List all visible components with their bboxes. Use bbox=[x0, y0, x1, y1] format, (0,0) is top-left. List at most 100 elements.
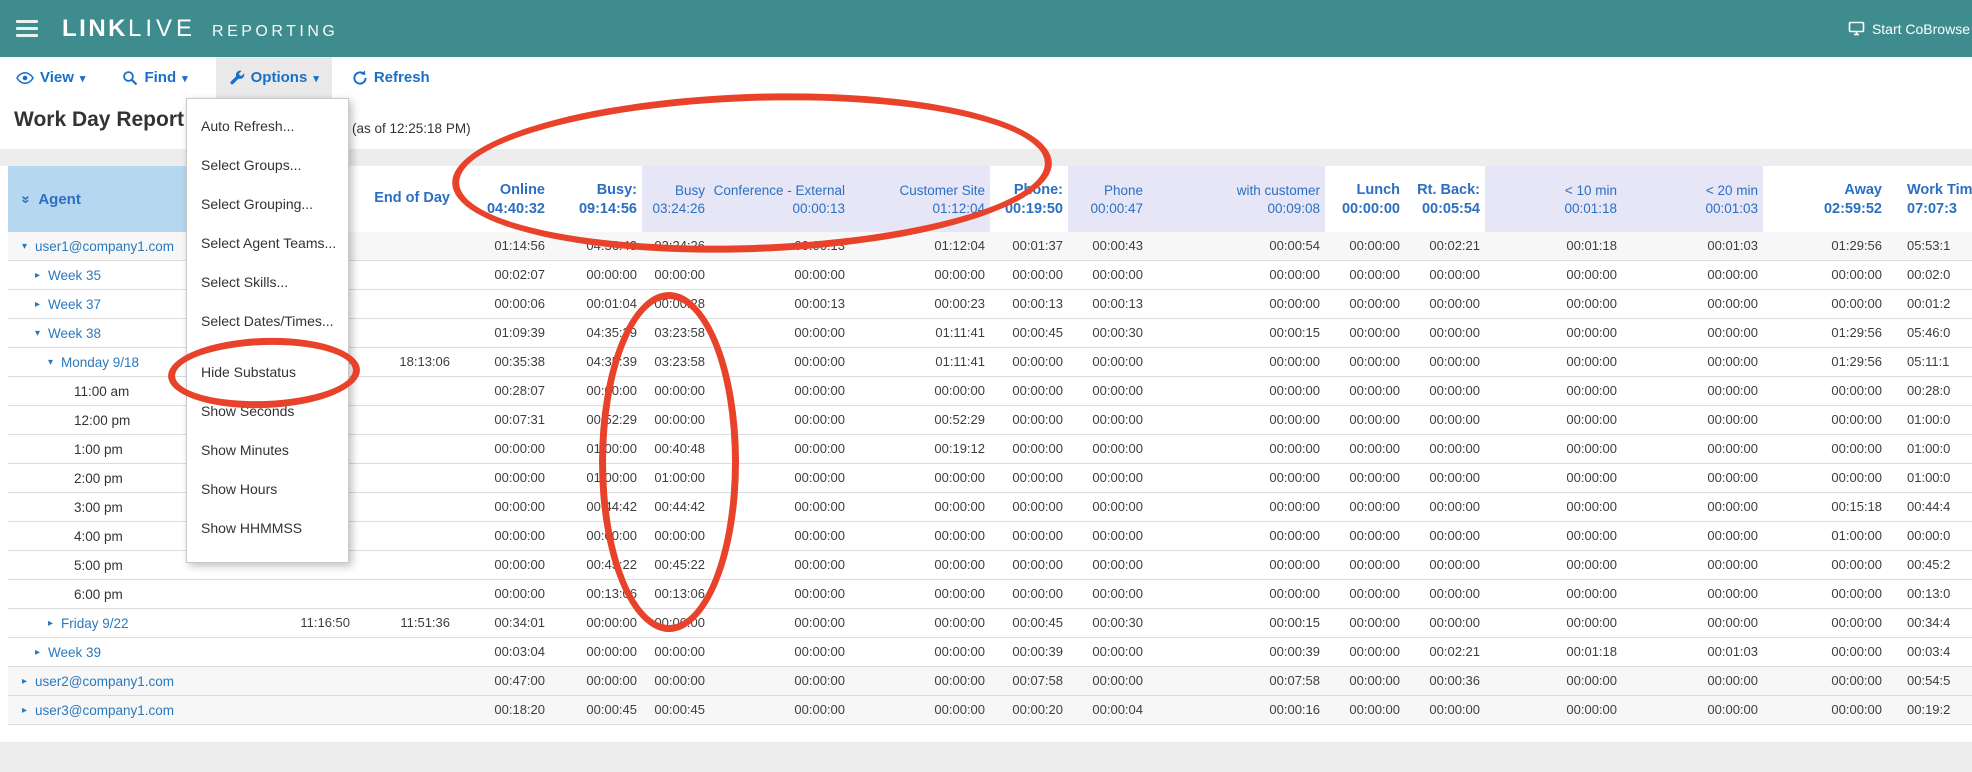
cell-busy_total: 00:45:22 bbox=[550, 551, 642, 579]
row-label-text: Week 39 bbox=[48, 645, 101, 660]
column-header-busy[interactable]: Busy03:24:26 bbox=[642, 166, 710, 232]
cell-phone_total: 00:00:20 bbox=[990, 696, 1068, 724]
cell-work_time: 01:00:0 bbox=[1887, 406, 1972, 434]
cell-end_of_day bbox=[355, 261, 455, 289]
cell-away: 00:00:00 bbox=[1763, 290, 1887, 318]
cell-busy: 00:00:28 bbox=[642, 290, 710, 318]
column-header-with_customer[interactable]: with customer00:09:08 bbox=[1148, 166, 1325, 232]
cell-busy: 00:00:00 bbox=[642, 377, 710, 405]
collapse-arrow-icon[interactable]: ▾ bbox=[22, 241, 35, 252]
menu-item-hide-substatus[interactable]: Hide Substatus bbox=[187, 353, 348, 392]
collapse-arrow-icon[interactable]: ▾ bbox=[35, 328, 48, 339]
menu-item-show-seconds[interactable]: Show Seconds bbox=[187, 392, 348, 431]
cell-phone: 00:00:00 bbox=[1068, 580, 1148, 608]
refresh-button[interactable]: Refresh bbox=[352, 57, 430, 98]
expand-arrow-icon[interactable]: ▸ bbox=[22, 705, 35, 716]
menu-item-auto-refresh[interactable]: Auto Refresh... bbox=[187, 107, 348, 146]
column-header-end_of_day[interactable]: End of Day bbox=[355, 166, 455, 232]
tree-row-label[interactable]: 6:00 pm bbox=[8, 580, 253, 608]
cell-customer_site: 00:19:12 bbox=[850, 435, 990, 463]
cell-end_of_day bbox=[355, 319, 455, 347]
menu-item-select-groups[interactable]: Select Groups... bbox=[187, 146, 348, 185]
cell-conference_external: 00:00:00 bbox=[710, 435, 850, 463]
brand-light: LIVE bbox=[128, 15, 196, 43]
cell-phone_total: 00:00:00 bbox=[990, 551, 1068, 579]
menu-item-select-agent-teams[interactable]: Select Agent Teams... bbox=[187, 224, 348, 263]
cell-lt_20_min: 00:00:00 bbox=[1622, 464, 1763, 492]
cell-conference_external: 00:00:00 bbox=[710, 493, 850, 521]
column-header-lt_10_min[interactable]: < 10 min00:01:18 bbox=[1485, 166, 1622, 232]
cell-lunch: 00:00:00 bbox=[1325, 638, 1405, 666]
column-label: Online bbox=[500, 182, 545, 198]
cell-conference_external: 00:00:00 bbox=[710, 464, 850, 492]
cell-customer_site: 00:00:00 bbox=[850, 493, 990, 521]
start-cobrowse-button[interactable]: Start CoBrowse bbox=[1848, 21, 1970, 37]
cell-start_of_day bbox=[253, 580, 355, 608]
cell-lt_20_min: 00:00:00 bbox=[1622, 551, 1763, 579]
row-label-text: 5:00 pm bbox=[74, 558, 123, 573]
cell-online: 00:00:00 bbox=[455, 464, 550, 492]
column-header-phone[interactable]: Phone00:00:47 bbox=[1068, 166, 1148, 232]
cell-online: 00:18:20 bbox=[455, 696, 550, 724]
tree-row-label[interactable]: ▸user3@company1.com bbox=[8, 696, 253, 724]
column-header-work_time[interactable]: Work Tim07:07:3 bbox=[1887, 166, 1972, 232]
column-total: 09:14:56 bbox=[579, 201, 637, 217]
cell-rt_back: 00:00:36 bbox=[1405, 667, 1485, 695]
tree-row-label[interactable]: ▸Week 39 bbox=[8, 638, 253, 666]
expand-arrow-icon[interactable]: ▸ bbox=[35, 270, 48, 281]
cell-lunch: 00:00:00 bbox=[1325, 464, 1405, 492]
menu-item-select-grouping[interactable]: Select Grouping... bbox=[187, 185, 348, 224]
cell-work_time: 00:13:0 bbox=[1887, 580, 1972, 608]
column-header-lunch[interactable]: Lunch00:00:00 bbox=[1325, 166, 1405, 232]
cell-phone_total: 00:00:45 bbox=[990, 609, 1068, 637]
column-header-away[interactable]: Away02:59:52 bbox=[1763, 166, 1887, 232]
cell-phone_total: 00:00:13 bbox=[990, 290, 1068, 318]
tree-row-label[interactable]: ▸user2@company1.com bbox=[8, 667, 253, 695]
column-header-rt_back[interactable]: Rt. Back:00:05:54 bbox=[1405, 166, 1485, 232]
cell-rt_back: 00:02:21 bbox=[1405, 232, 1485, 260]
cell-busy_total: 04:36:43 bbox=[550, 232, 642, 260]
column-total: 03:24:26 bbox=[652, 201, 705, 216]
tree-row-label[interactable]: ▸Friday 9/22 bbox=[8, 609, 253, 637]
page-title: Work Day Report bbox=[14, 108, 184, 132]
cell-lt_10_min: 00:00:00 bbox=[1485, 667, 1622, 695]
cell-end_of_day bbox=[355, 377, 455, 405]
cell-end_of_day bbox=[355, 696, 455, 724]
expand-arrow-icon[interactable]: ▸ bbox=[35, 647, 48, 658]
menu-item-select-dates-times[interactable]: Select Dates/Times... bbox=[187, 302, 348, 341]
column-header-phone_total[interactable]: Phone:00:19:50 bbox=[990, 166, 1068, 232]
monitor-icon bbox=[1848, 21, 1865, 36]
app-logo: LINK LIVE REPORTING bbox=[62, 15, 338, 43]
find-menu-button[interactable]: Find ▾ bbox=[122, 57, 187, 98]
hamburger-menu-icon[interactable] bbox=[16, 20, 38, 37]
menu-item-show-hhmmss[interactable]: Show HHMMSS bbox=[187, 509, 348, 548]
cell-work_time: 05:46:0 bbox=[1887, 319, 1972, 347]
column-header-conference_external[interactable]: Conference - External00:00:13 bbox=[710, 166, 850, 232]
cell-with_customer: 00:00:00 bbox=[1148, 261, 1325, 289]
options-menu-button[interactable]: Options ▾ bbox=[216, 57, 332, 98]
cell-customer_site: 00:00:00 bbox=[850, 377, 990, 405]
expand-arrow-icon[interactable]: ▸ bbox=[48, 618, 61, 629]
column-header-lt_20_min[interactable]: < 20 min00:01:03 bbox=[1622, 166, 1763, 232]
menu-item-show-minutes[interactable]: Show Minutes bbox=[187, 431, 348, 470]
cell-phone: 00:00:00 bbox=[1068, 348, 1148, 376]
cell-conference_external: 00:00:00 bbox=[710, 609, 850, 637]
cell-away: 00:00:00 bbox=[1763, 667, 1887, 695]
collapse-arrow-icon[interactable]: ▾ bbox=[48, 357, 61, 368]
options-dropdown-menu: Auto Refresh...Select Groups...Select Gr… bbox=[186, 98, 349, 563]
cell-online: 00:03:04 bbox=[455, 638, 550, 666]
column-header-online[interactable]: Online04:40:32 bbox=[455, 166, 550, 232]
column-header-busy_total[interactable]: Busy:09:14:56 bbox=[550, 166, 642, 232]
expand-arrow-icon[interactable]: ▸ bbox=[22, 676, 35, 687]
cell-conference_external: 00:00:00 bbox=[710, 551, 850, 579]
cell-rt_back: 00:00:00 bbox=[1405, 580, 1485, 608]
expand-arrow-icon[interactable]: ▸ bbox=[35, 299, 48, 310]
view-menu-button[interactable]: View ▾ bbox=[16, 57, 85, 98]
cell-lt_20_min: 00:01:03 bbox=[1622, 232, 1763, 260]
menu-item-select-skills[interactable]: Select Skills... bbox=[187, 263, 348, 302]
cell-with_customer: 00:00:00 bbox=[1148, 493, 1325, 521]
menu-item-show-hours[interactable]: Show Hours bbox=[187, 470, 348, 509]
cell-with_customer: 00:00:00 bbox=[1148, 551, 1325, 579]
column-header-customer_site[interactable]: Customer Site01:12:04 bbox=[850, 166, 990, 232]
cell-lt_10_min: 00:00:00 bbox=[1485, 493, 1622, 521]
